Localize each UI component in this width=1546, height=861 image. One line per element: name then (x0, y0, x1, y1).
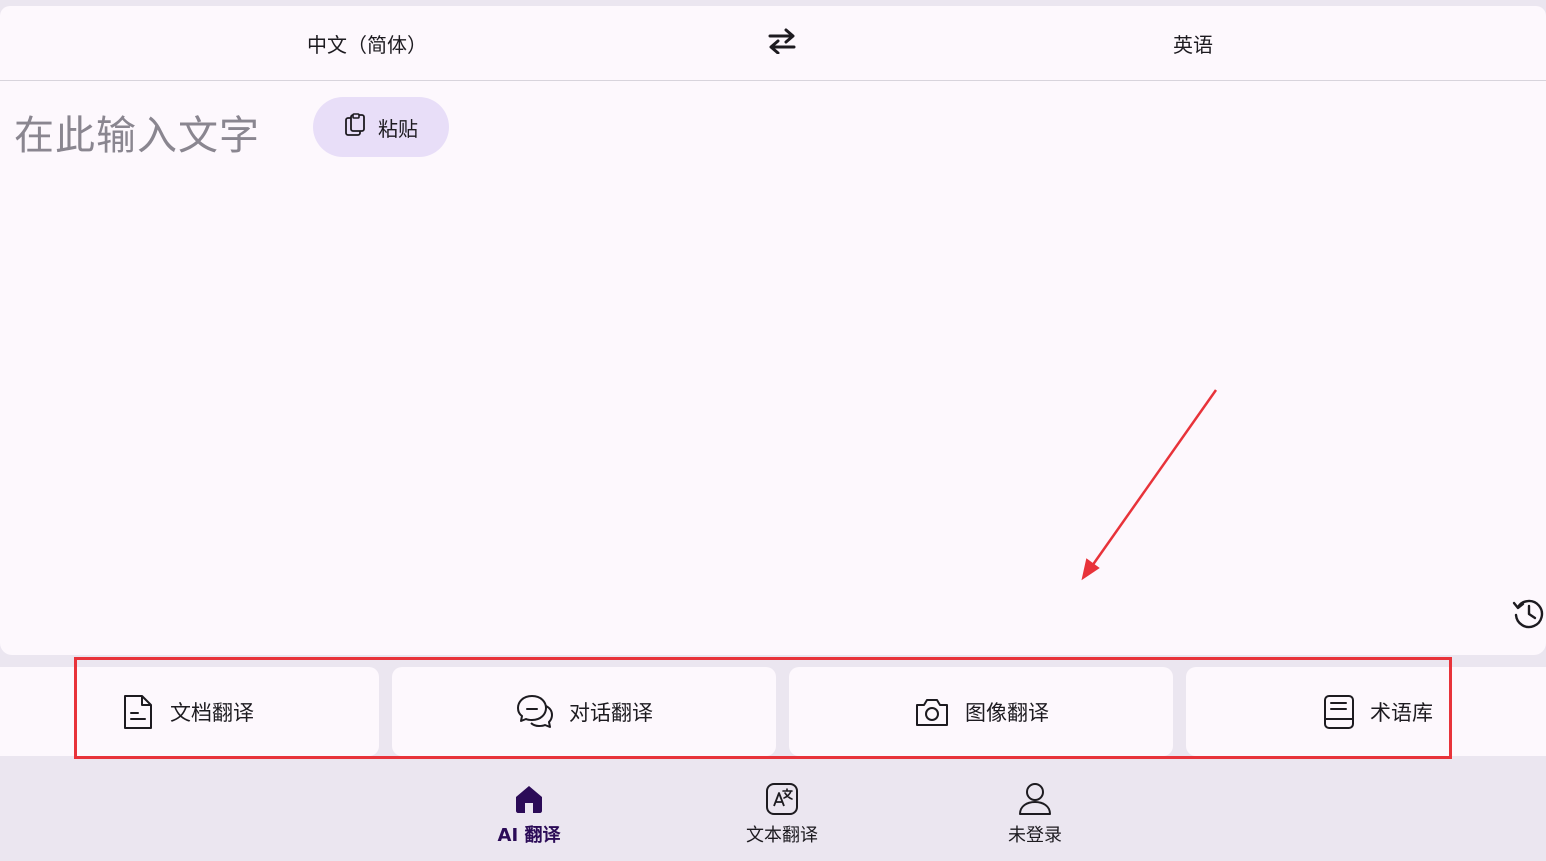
input-placeholder[interactable]: 在此输入文字 (14, 103, 260, 161)
paste-button[interactable]: 粘贴 (313, 97, 449, 157)
target-language-label: 英语 (1173, 32, 1213, 57)
text-input-area[interactable]: 在此输入文字 粘贴 (0, 81, 1546, 655)
history-button[interactable] (1512, 595, 1546, 635)
conversation-translate-label: 对话翻译 (569, 700, 653, 725)
swap-languages-button[interactable] (760, 23, 804, 63)
bottom-navigation: AI 翻译 文本翻译 未登录 (0, 760, 1546, 861)
camera-icon (913, 695, 951, 729)
swap-arrows-icon (767, 28, 797, 58)
clipboard-icon (344, 112, 366, 142)
document-translate-card[interactable]: 文档翻译 (0, 667, 379, 756)
bottom-edge (0, 857, 1546, 861)
nav-ai-translate-label: AI 翻译 (497, 825, 561, 846)
source-language-label: 中文（简体） (307, 32, 427, 57)
document-icon (120, 693, 156, 731)
translator-app: 中文（简体） 英语 在此输入文字 粘贴 文档翻译 对话翻译 图像翻译 术语库 A… (0, 0, 1546, 861)
glossary-label: 术语库 (1370, 700, 1433, 725)
user-icon (1017, 782, 1053, 816)
glossary-card[interactable]: 术语库 (1186, 667, 1546, 756)
source-language-selector[interactable]: 中文（简体） (0, 6, 734, 80)
image-translate-label: 图像翻译 (965, 700, 1049, 725)
target-language-selector[interactable]: 英语 (840, 6, 1546, 80)
document-translate-label: 文档翻译 (170, 700, 254, 725)
history-icon (1512, 595, 1546, 635)
language-bar: 中文（简体） 英语 (0, 6, 1546, 81)
nav-ai-translate[interactable]: AI 翻译 (454, 760, 604, 861)
chat-bubbles-icon (515, 693, 555, 731)
home-icon (513, 782, 545, 816)
nav-text-translate-label: 文本翻译 (746, 825, 818, 846)
paste-label: 粘贴 (378, 116, 418, 141)
nav-text-translate[interactable]: 文本翻译 (707, 760, 857, 861)
glossary-book-icon (1322, 693, 1356, 731)
feature-row: 文档翻译 对话翻译 图像翻译 术语库 (0, 667, 1546, 756)
text-translate-icon (765, 782, 799, 816)
nav-login-label: 未登录 (1008, 825, 1062, 846)
image-translate-card[interactable]: 图像翻译 (789, 667, 1173, 756)
nav-login[interactable]: 未登录 (960, 760, 1110, 861)
conversation-translate-card[interactable]: 对话翻译 (392, 667, 776, 756)
